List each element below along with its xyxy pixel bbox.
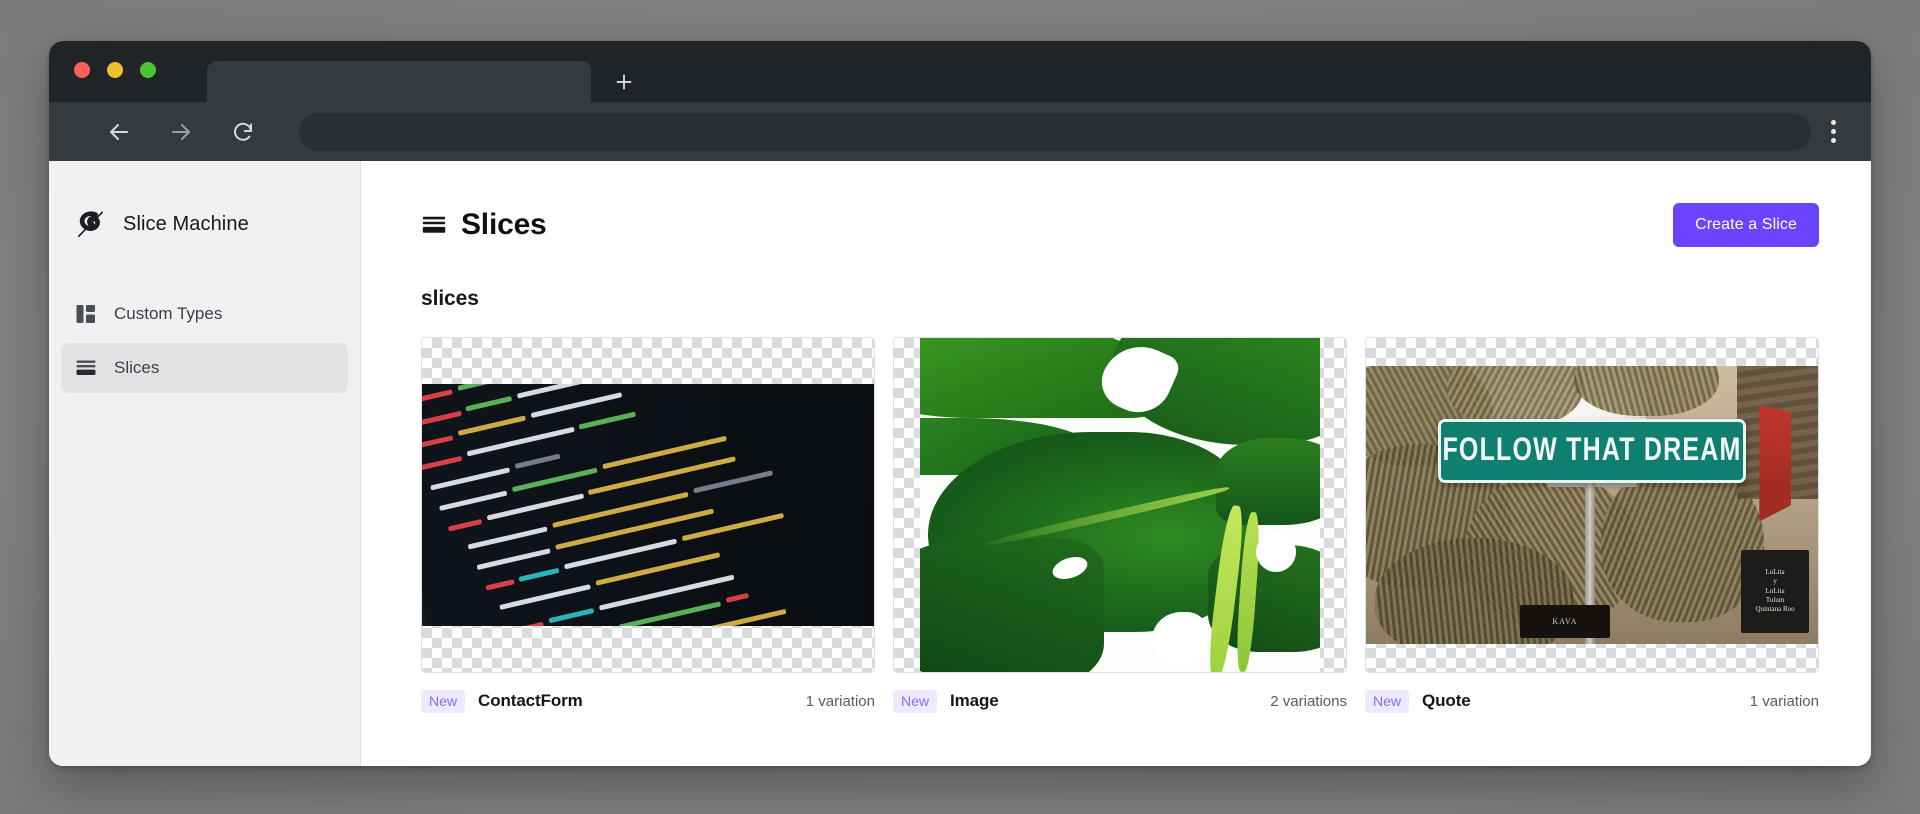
forward-button[interactable] <box>161 112 201 152</box>
shop-sign-line: LoLita <box>1765 567 1785 576</box>
slice-card-footer: New Quote 1 variation <box>1365 690 1819 713</box>
kebab-dot <box>1830 138 1836 143</box>
arrow-right-icon <box>172 123 190 140</box>
variation-count: 1 variation <box>1749 692 1819 710</box>
layout-blocks-icon <box>76 305 95 323</box>
browser-tab-active[interactable] <box>207 61 591 102</box>
main-header: Slices Create a Slice <box>421 203 1819 247</box>
shop-sign-line: Quintana Roo <box>1755 605 1795 614</box>
monstera-leaf-image <box>920 338 1320 672</box>
stacked-layers-icon <box>76 360 96 375</box>
shop-sign-line: LoLita <box>1765 586 1785 595</box>
slice-thumbnail[interactable]: FOLLOW THAT DREAM KAVA LoLita y LoLita T… <box>1365 337 1819 673</box>
window-traffic-lights <box>74 62 156 78</box>
red-flag <box>1759 404 1791 522</box>
browser-window: Slice Machine Custom Types Slices Slices… <box>49 41 1871 766</box>
slice-machine-logo <box>77 211 103 237</box>
sidebar-item-custom-types[interactable]: Custom Types <box>61 289 348 339</box>
section-label: slices <box>421 287 479 310</box>
slice-card[interactable]: New Image 2 variations <box>893 337 1347 713</box>
sidebar-item-label: Slices <box>114 358 160 377</box>
slice-card[interactable]: FOLLOW THAT DREAM KAVA LoLita y LoLita T… <box>1365 337 1819 713</box>
variation-count: 1 variation <box>805 692 875 710</box>
slice-name: Image <box>950 691 999 711</box>
slice-thumbnail[interactable] <box>893 337 1347 673</box>
sidebar-item-slices[interactable]: Slices <box>61 343 348 393</box>
shop-sign-line: y <box>1773 577 1777 586</box>
code-scene <box>422 384 874 626</box>
browser-toolbar <box>49 102 1871 161</box>
brand-name: Slice Machine <box>123 212 249 235</box>
kava-shop-sign-text: KAVA <box>1552 617 1578 627</box>
status-badge: New <box>421 690 466 713</box>
main-content: Slices Create a Slice slices New Contact… <box>361 161 1871 766</box>
stacked-layers-icon <box>422 216 446 233</box>
leaf-fenestration <box>1152 611 1208 666</box>
page-title-wrap: Slices <box>421 208 547 242</box>
reload-icon <box>234 122 252 141</box>
sidebar: Slice Machine Custom Types Slices <box>49 161 361 766</box>
slice-name: ContactForm <box>478 691 583 711</box>
minimize-window-button[interactable] <box>107 62 123 78</box>
kava-shop-sign: KAVA <box>1519 605 1611 639</box>
slice-name: Quote <box>1422 691 1471 711</box>
street-sign-text: FOLLOW THAT DREAM <box>1442 432 1742 469</box>
sidebar-item-label: Custom Types <box>114 304 223 323</box>
kebab-dot <box>1830 129 1836 134</box>
status-badge: New <box>1365 690 1410 713</box>
sidebar-nav: Custom Types Slices <box>49 289 360 393</box>
brand: Slice Machine <box>49 209 360 239</box>
reload-button[interactable] <box>223 112 263 152</box>
code-screenshot-image <box>422 384 874 626</box>
new-tab-button[interactable] <box>607 65 641 99</box>
slice-thumbnail[interactable] <box>421 337 875 673</box>
street-sign-image: FOLLOW THAT DREAM KAVA LoLita y LoLita T… <box>1366 366 1818 644</box>
plus-icon <box>616 74 632 90</box>
kebab-dot <box>1830 120 1836 125</box>
street-sign-board: FOLLOW THAT DREAM <box>1438 418 1746 483</box>
slice-card-footer: New Image 2 variations <box>893 690 1347 713</box>
close-window-button[interactable] <box>74 62 90 78</box>
slice-card[interactable]: New ContactForm 1 variation <box>421 337 875 713</box>
address-bar[interactable] <box>299 112 1811 151</box>
browser-menu-button[interactable] <box>1819 115 1847 149</box>
status-badge: New <box>893 690 938 713</box>
back-button[interactable] <box>99 112 139 152</box>
arrow-left-icon <box>110 123 128 140</box>
shop-sign-line: Tulum <box>1765 595 1785 604</box>
variation-count: 2 variations <box>1270 692 1347 710</box>
create-a-slice-button[interactable]: Create a Slice <box>1673 203 1819 247</box>
slice-card-footer: New ContactForm 1 variation <box>421 690 875 713</box>
slice-card-grid: New ContactForm 1 variation New Image 2 … <box>421 337 1819 713</box>
page-title: Slices <box>461 208 547 241</box>
browser-tab-strip <box>49 41 1871 102</box>
app-body: Slice Machine Custom Types Slices Slices… <box>49 161 1871 766</box>
lolita-shop-sign: LoLita y LoLita Tulum Quintana Roo <box>1741 549 1809 633</box>
maximize-window-button[interactable] <box>140 62 156 78</box>
